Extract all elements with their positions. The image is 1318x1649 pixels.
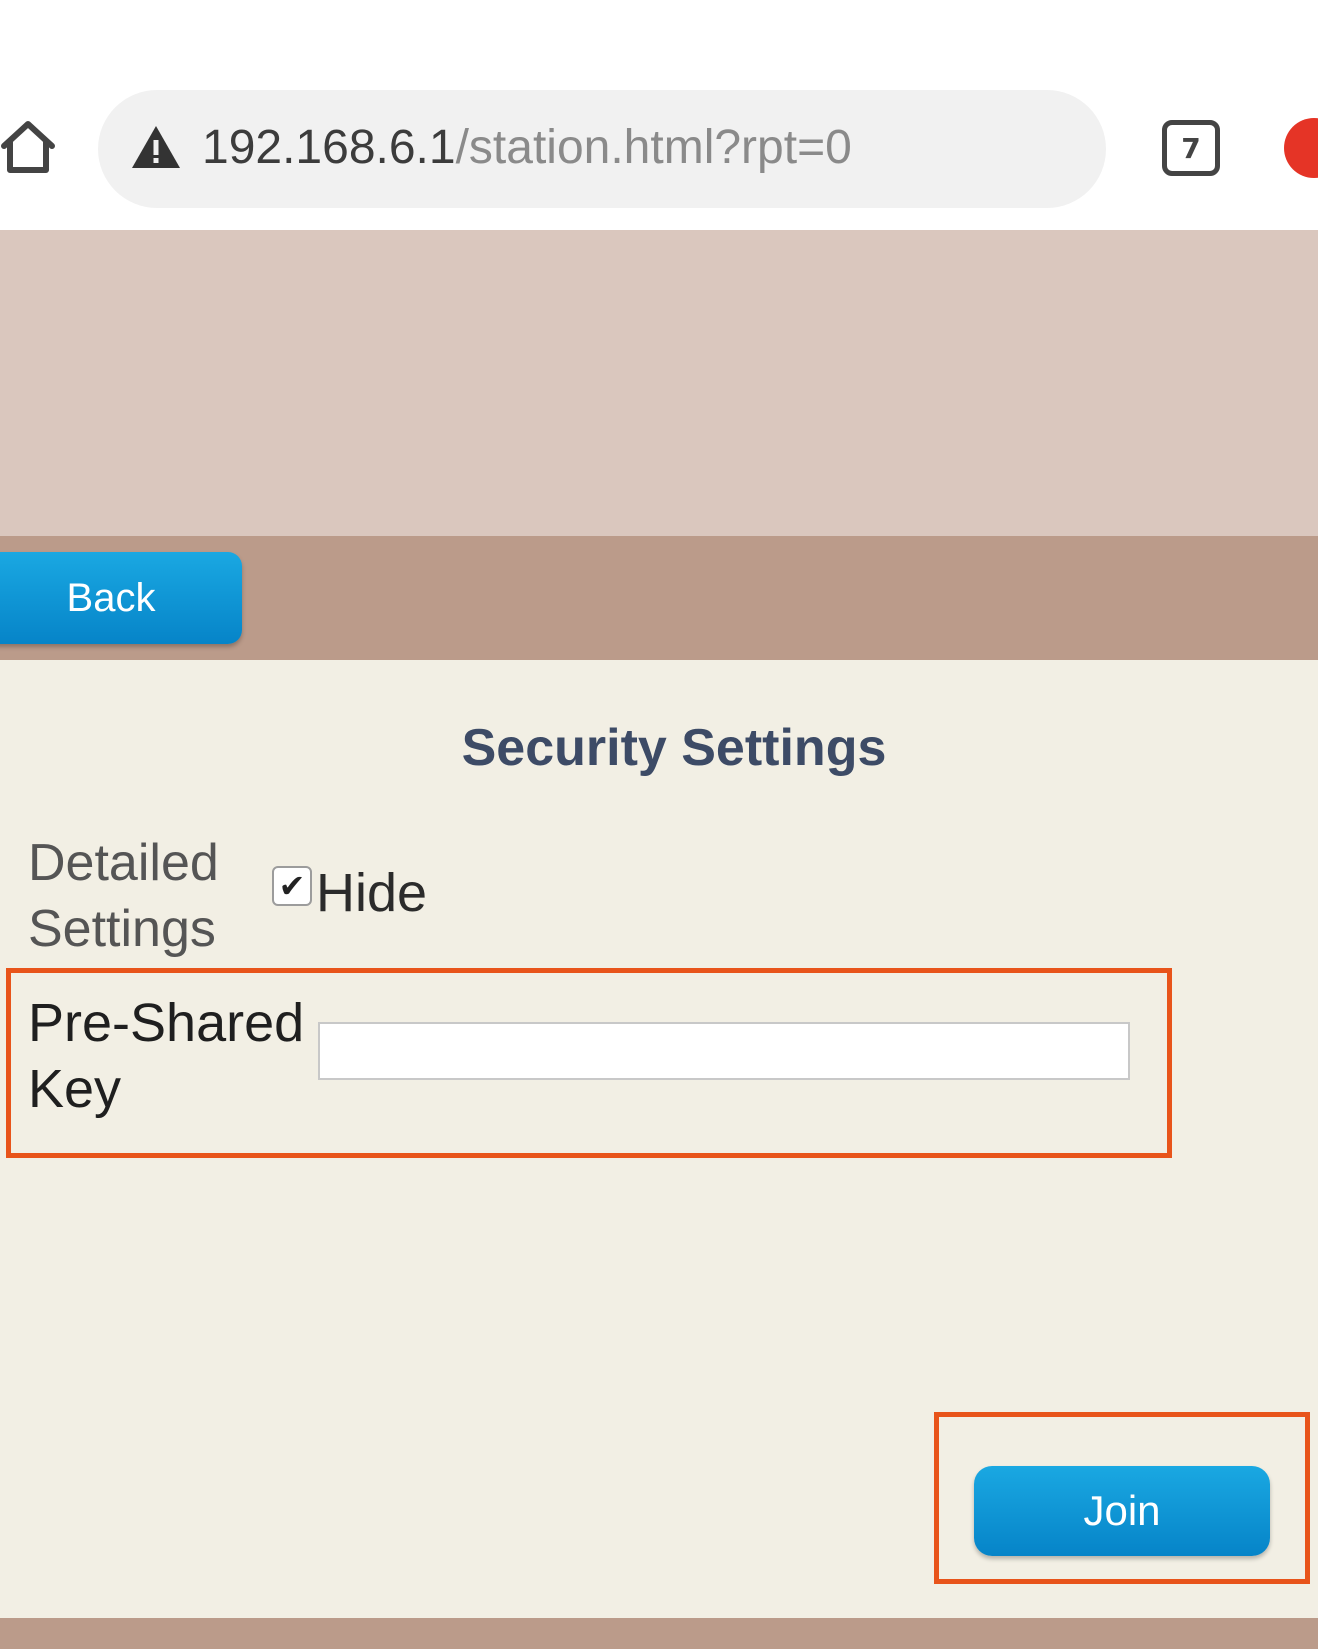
page-footer-band bbox=[0, 1618, 1318, 1649]
pre-shared-key-label: Pre-Shared Key bbox=[28, 993, 305, 1119]
hide-label[interactable]: Hide bbox=[316, 860, 427, 926]
page-title: Security Settings bbox=[461, 719, 887, 777]
url-path: /station.html?rpt=0 bbox=[455, 121, 852, 174]
browser-toolbar: 192.168.6.1/station.html?rpt=0 7 bbox=[0, 0, 1318, 230]
back-button[interactable]: Back bbox=[0, 552, 242, 644]
checkmark-icon: ✔ bbox=[278, 867, 306, 905]
page-header-band bbox=[0, 230, 1318, 536]
tabs-count-icon[interactable]: 7 bbox=[1162, 120, 1220, 176]
tabs-count: 7 bbox=[1181, 131, 1201, 165]
warning-icon[interactable] bbox=[130, 124, 182, 170]
join-button[interactable]: Join bbox=[974, 1466, 1270, 1556]
hide-checkbox[interactable]: ✔ bbox=[272, 866, 312, 906]
pre-shared-key-input[interactable] bbox=[318, 1022, 1130, 1080]
browser-menu-icon[interactable] bbox=[1284, 118, 1318, 178]
home-icon[interactable] bbox=[0, 116, 56, 176]
detailed-settings-label: Detailed Settings bbox=[28, 834, 219, 958]
url-host: 192.168.6.1 bbox=[202, 121, 456, 174]
url-text[interactable]: 192.168.6.1/station.html?rpt=0 bbox=[202, 118, 852, 178]
